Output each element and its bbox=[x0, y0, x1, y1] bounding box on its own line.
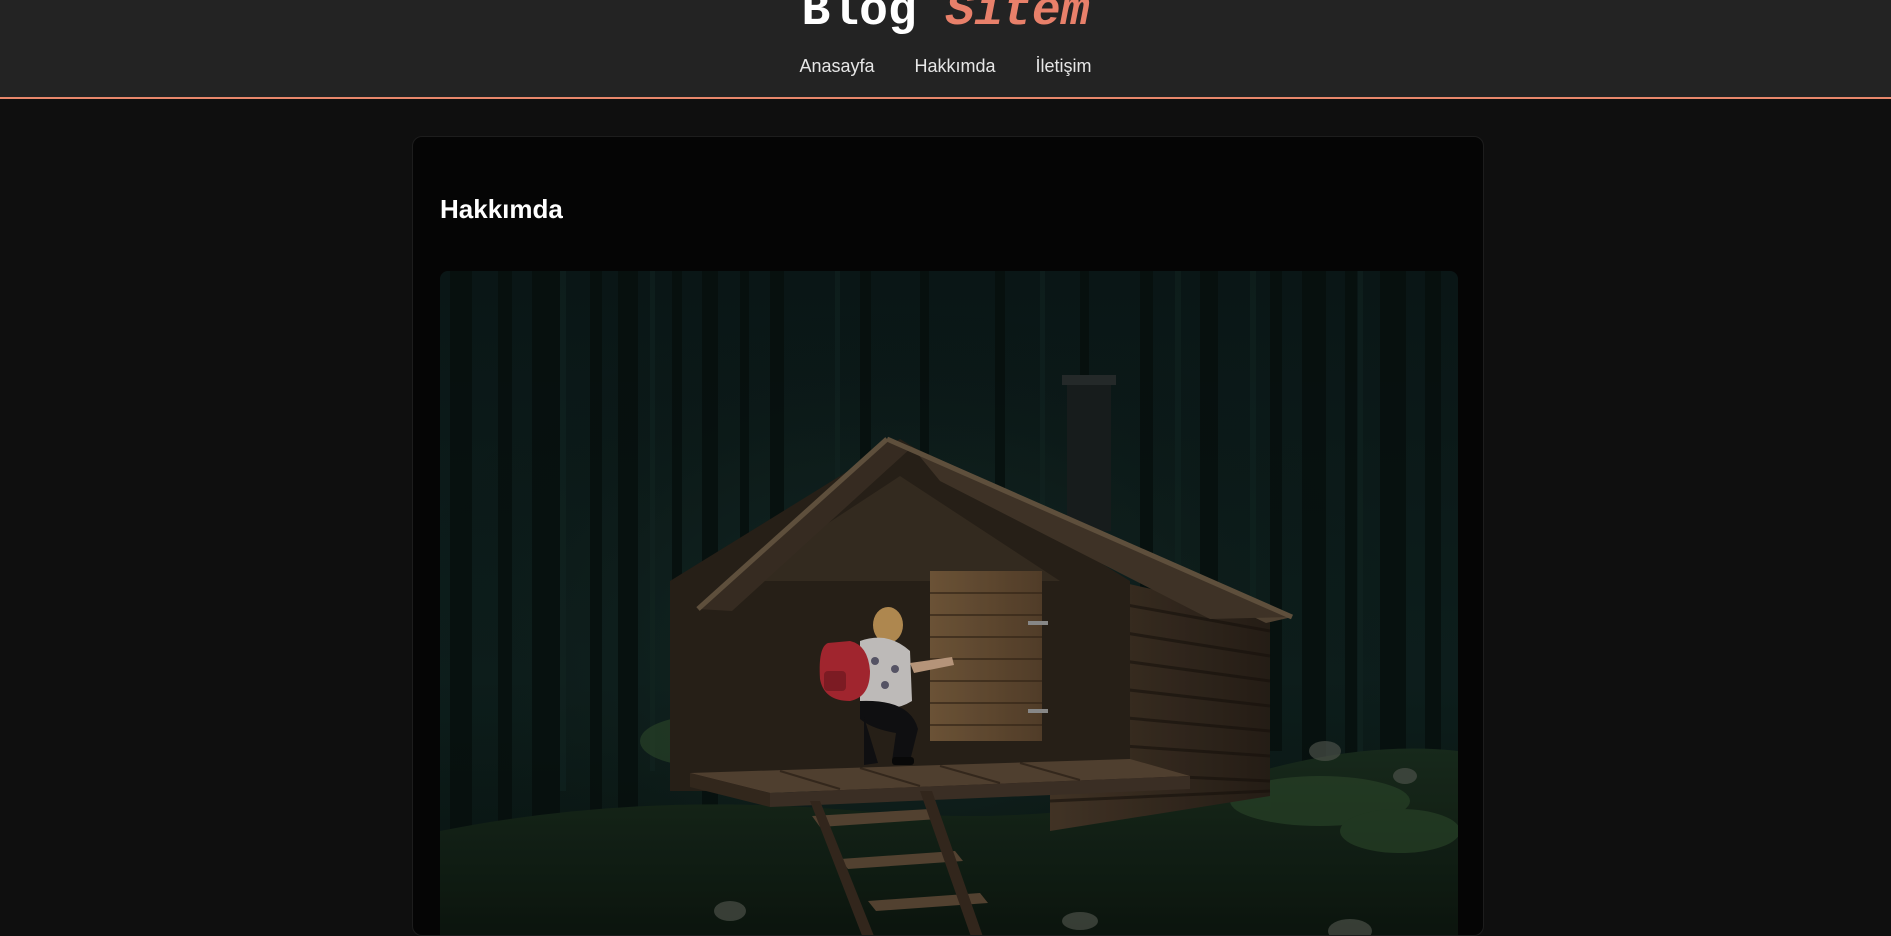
nav-link-home[interactable]: Anasayfa bbox=[799, 54, 874, 78]
cabin-photo bbox=[440, 271, 1458, 935]
brand-accent-text: Sitem bbox=[945, 0, 1090, 39]
content-card: Hakkımda bbox=[412, 136, 1484, 936]
site-logo[interactable]: Blog Sitem bbox=[0, 0, 1891, 42]
page-title: Hakkımda bbox=[440, 194, 563, 224]
main-nav: Anasayfa Hakkımda İletişim bbox=[0, 54, 1891, 78]
nav-link-contact[interactable]: İletişim bbox=[1036, 54, 1092, 78]
brand-main-text: Blog bbox=[801, 0, 917, 39]
site-header: Blog Sitem Anasayfa Hakkımda İletişim bbox=[0, 0, 1891, 99]
nav-link-about[interactable]: Hakkımda bbox=[915, 54, 996, 78]
